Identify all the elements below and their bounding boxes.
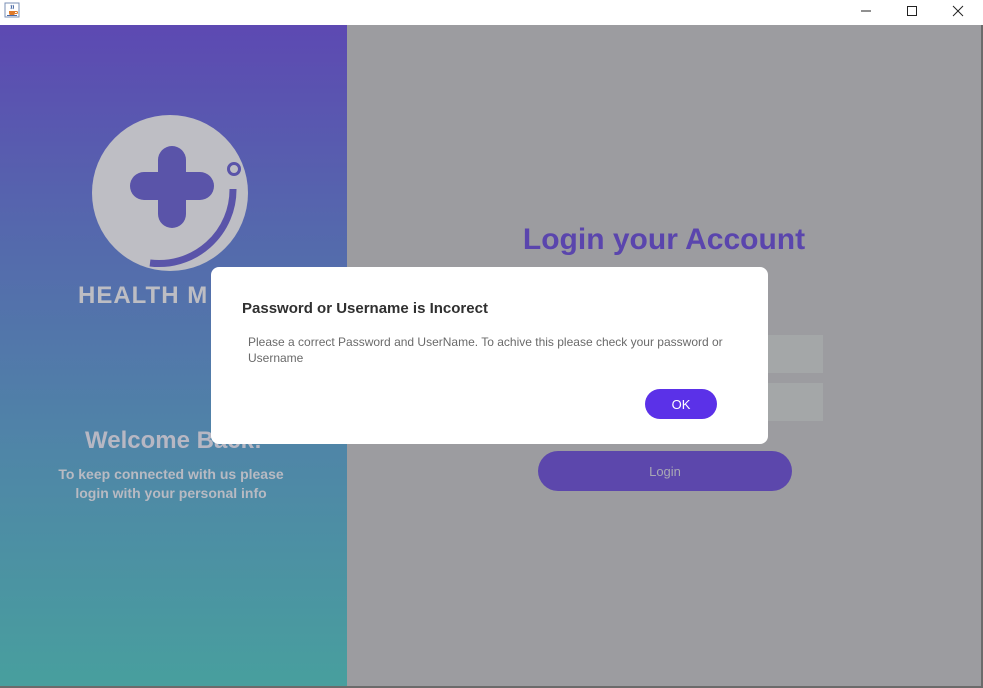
close-button[interactable] (935, 0, 981, 22)
maximize-button[interactable] (889, 0, 935, 22)
medical-cross-logo-icon (92, 115, 248, 271)
dialog-title: Password or Username is Incorect (242, 300, 488, 317)
dialog-message: Please a correct Password and UserName. … (248, 335, 723, 365)
error-dialog: Password or Username is Incorect Please … (211, 267, 768, 444)
login-title: Login your Account (522, 223, 806, 256)
ok-button[interactable]: OK (645, 389, 717, 419)
java-cup-icon (4, 2, 20, 18)
login-button[interactable]: Login (538, 451, 792, 491)
brand-name: HEALTH M (78, 282, 209, 309)
maximize-icon (907, 6, 917, 16)
close-icon (952, 5, 964, 17)
welcome-text: To keep connected with us please login w… (58, 466, 284, 501)
minimize-button[interactable] (843, 0, 889, 22)
window-content: HEALTH M Welcome Back! To keep connected… (0, 25, 983, 688)
minimize-icon (861, 10, 871, 12)
window-title-bar (0, 0, 983, 25)
